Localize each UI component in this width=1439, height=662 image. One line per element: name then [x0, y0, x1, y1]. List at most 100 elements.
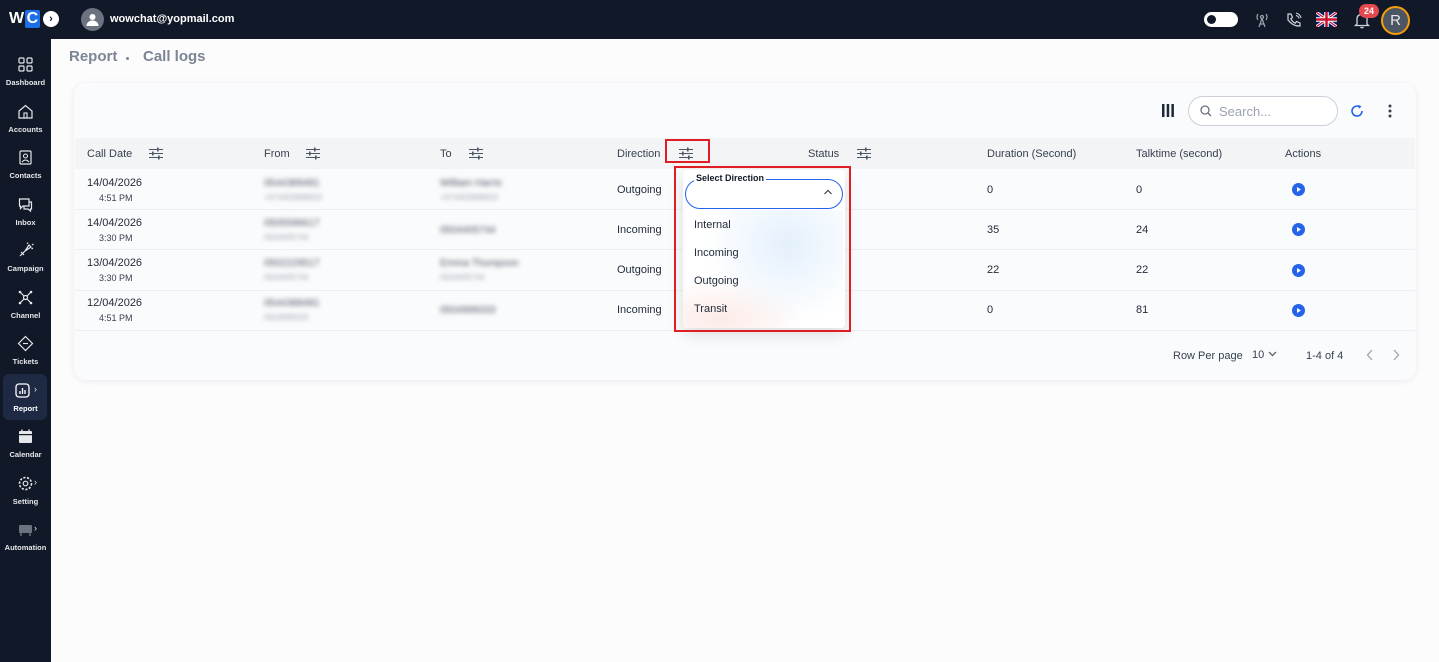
chat-icon — [18, 198, 33, 213]
direction-option-incoming[interactable]: Incoming — [694, 247, 739, 259]
col-header-call-date: Call Date — [87, 148, 133, 160]
report-icon — [15, 383, 30, 398]
chevron-right-icon: › — [34, 523, 37, 533]
row-1-to-sub: +974459888833 — [440, 193, 499, 202]
play-icon[interactable] — [1292, 264, 1305, 277]
row-2-from-sub: 0504405744 — [264, 233, 309, 242]
row-4-from: 0544388481 — [264, 298, 320, 309]
sidebar-label: Automation — [4, 543, 47, 552]
row-1-date: 14/04/2026 — [87, 177, 143, 189]
row-3-date: 13/04/2026 — [87, 257, 143, 269]
home-icon — [18, 104, 33, 119]
chevron-down-icon[interactable] — [1268, 351, 1277, 357]
sidebar-item-channel[interactable]: Channel — [0, 285, 51, 329]
direction-option-transit[interactable]: Transit — [694, 303, 727, 315]
sidebar-label: Tickets — [12, 357, 39, 366]
col-header-status: Status — [808, 148, 840, 160]
col-header-from: From — [264, 148, 290, 160]
more-vertical-icon[interactable] — [1388, 104, 1392, 118]
columns-icon[interactable] — [1162, 104, 1174, 117]
account-avatar[interactable]: R — [1381, 6, 1410, 35]
col-header-actions: Actions — [1285, 148, 1322, 160]
row-2-talktime: 24 — [1136, 224, 1149, 236]
row-3-to-sub: 0504405744 — [440, 273, 485, 282]
highlight-direction-filter — [665, 139, 710, 163]
row-2-to: 0504405744 — [440, 225, 496, 236]
sidebar-item-tickets[interactable]: Tickets — [0, 331, 51, 375]
sidebar-label: Inbox — [15, 218, 36, 227]
sidebar-item-accounts[interactable]: Accounts — [0, 99, 51, 143]
row-2-time: 3:30 PM — [99, 233, 133, 243]
user-email: wowchat@yopmail.com — [110, 13, 235, 25]
row-1-direction: Outgoing — [617, 184, 662, 196]
row-3-to: Emma Thompson — [440, 258, 519, 269]
sidebar-label: Accounts — [8, 125, 43, 134]
ticket-icon — [17, 335, 34, 352]
refresh-icon[interactable] — [1350, 104, 1364, 118]
gear-icon — [18, 476, 33, 491]
breadcrumb-call-logs: Call logs — [143, 48, 206, 65]
row-1-talktime: 0 — [1136, 184, 1143, 196]
sidebar-label: Calendar — [9, 450, 42, 459]
sidebar-expand-icon[interactable]: › — [43, 11, 59, 27]
play-icon[interactable] — [1292, 223, 1305, 236]
rows-per-page-select[interactable]: 10 — [1252, 349, 1264, 361]
chevron-right-icon[interactable] — [1392, 348, 1400, 362]
row-2-direction: Incoming — [617, 224, 662, 236]
rows-per-page-label: Row Per page — [1173, 350, 1243, 362]
play-icon[interactable] — [1292, 183, 1305, 196]
breadcrumb-separator — [126, 57, 129, 60]
calendar-icon — [19, 429, 32, 443]
theme-toggle[interactable] — [1204, 12, 1238, 27]
filter-icon[interactable] — [306, 147, 320, 160]
breadcrumb-report[interactable]: Report — [69, 48, 117, 65]
sidebar-item-setting[interactable]: › Setting — [0, 471, 51, 515]
row-3-duration: 22 — [987, 264, 1000, 276]
col-header-duration: Duration (Second) — [987, 148, 1077, 160]
row-4-to: 0504999333 — [440, 305, 496, 316]
sidebar-item-report[interactable]: › Report — [0, 374, 51, 422]
filter-icon[interactable] — [469, 147, 483, 160]
col-header-direction: Direction — [617, 148, 661, 160]
signal-tower-icon[interactable] — [1253, 11, 1271, 29]
row-3-from-sub: 0504405744 — [264, 273, 309, 282]
sidebar-label: Dashboard — [5, 78, 46, 87]
search-box[interactable] — [1188, 96, 1338, 126]
contacts-icon — [19, 150, 32, 165]
automation-icon — [19, 525, 32, 536]
direction-option-outgoing[interactable]: Outgoing — [694, 275, 739, 287]
filter-icon[interactable] — [857, 147, 871, 160]
sidebar-item-dashboard[interactable]: Dashboard — [0, 52, 51, 96]
row-4-direction: Incoming — [617, 304, 662, 316]
sidebar-item-automation[interactable]: › Automation — [0, 517, 51, 561]
row-1-from: 0544389481 — [264, 178, 320, 189]
chevron-right-icon: › — [34, 477, 37, 487]
notification-badge: 24 — [1359, 4, 1379, 18]
row-4-time: 4:51 PM — [99, 313, 133, 323]
col-header-talktime: Talktime (second) — [1136, 148, 1223, 160]
col-header-to: To — [440, 148, 452, 160]
row-2-duration: 35 — [987, 224, 1000, 236]
uk-flag-icon[interactable] — [1316, 12, 1337, 27]
search-input[interactable] — [1219, 103, 1329, 120]
channel-icon — [18, 290, 33, 305]
sidebar-label: Setting — [12, 497, 39, 506]
app-logo[interactable]: WC — [9, 10, 40, 28]
play-icon[interactable] — [1292, 304, 1305, 317]
sidebar-label: Channel — [10, 311, 41, 320]
sidebar-item-contacts[interactable]: Contacts — [0, 145, 51, 189]
sidebar-item-inbox[interactable]: Inbox — [0, 192, 51, 236]
search-icon — [1200, 105, 1212, 117]
phone-call-icon[interactable] — [1285, 11, 1303, 29]
filter-icon[interactable] — [149, 147, 163, 160]
row-3-from: 0502229517 — [264, 258, 320, 269]
sidebar-item-calendar[interactable]: Calendar — [0, 424, 51, 468]
row-1-time: 4:51 PM — [99, 193, 133, 203]
chevron-left-icon[interactable] — [1366, 348, 1374, 362]
dashboard-icon — [18, 57, 33, 72]
row-1-from-sub: +974459888833 — [264, 193, 323, 202]
sidebar-label: Campaign — [7, 264, 44, 273]
direction-option-internal[interactable]: Internal — [694, 219, 731, 231]
row-3-talktime: 22 — [1136, 264, 1149, 276]
sidebar-item-campaign[interactable]: Campaign — [0, 238, 51, 282]
